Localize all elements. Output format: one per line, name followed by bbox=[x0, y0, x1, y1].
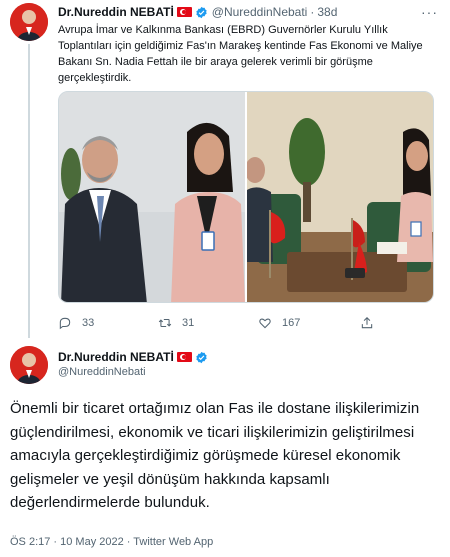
photo-illustration bbox=[59, 92, 245, 302]
thread-connector-line bbox=[28, 44, 30, 338]
tweet-header: Dr.Nureddin NEBATİ @NureddinNebati · 38d… bbox=[58, 4, 442, 20]
tweet-timestamp-source[interactable]: ÖS 2:17 · 10 May 2022 · Twitter Web App bbox=[10, 536, 213, 548]
avatar[interactable] bbox=[10, 346, 48, 384]
like-icon bbox=[259, 318, 271, 329]
author-name[interactable]: Dr.Nureddin NEBATİ bbox=[58, 350, 174, 364]
retweet-count: 31 bbox=[182, 317, 195, 329]
photo-illustration bbox=[247, 92, 433, 302]
verified-icon bbox=[196, 351, 207, 363]
author-handle[interactable]: @NureddinNebati bbox=[58, 366, 146, 378]
reply-icon bbox=[59, 317, 71, 330]
like-button[interactable]: 167 bbox=[258, 316, 300, 330]
retweet-icon bbox=[158, 318, 172, 328]
tweet-media[interactable] bbox=[58, 91, 434, 303]
photo-meeting-seated[interactable] bbox=[247, 92, 433, 302]
tweet-1[interactable]: Dr.Nureddin NEBATİ @NureddinNebati · 38d… bbox=[0, 0, 450, 338]
tweet-time[interactable]: 38d bbox=[317, 5, 337, 19]
more-icon[interactable]: ··· bbox=[421, 4, 438, 20]
reply-count: 33 bbox=[82, 317, 95, 329]
verified-icon bbox=[196, 6, 207, 18]
like-count: 167 bbox=[282, 317, 301, 329]
turkish-flag-icon bbox=[176, 352, 192, 362]
tweet-text: Önemli bir ticaret ortağımız olan Fas il… bbox=[10, 400, 420, 511]
retweet-button[interactable]: 31 bbox=[158, 316, 194, 330]
turkish-flag-icon bbox=[176, 7, 192, 17]
tweet-text: Avrupa İmar ve Kalkınma Bankası (EBRD) G… bbox=[58, 24, 423, 84]
avatar[interactable] bbox=[10, 3, 48, 41]
separator-dot: · bbox=[310, 5, 315, 19]
share-button[interactable] bbox=[360, 316, 384, 330]
tweet-actions: 33 31 167 bbox=[58, 316, 398, 332]
share-icon bbox=[361, 317, 373, 329]
photo-meeting-standing[interactable] bbox=[59, 92, 247, 302]
author-name-row: Dr.Nureddin NEBATİ bbox=[58, 350, 208, 364]
author-name[interactable]: Dr.Nureddin NEBATİ bbox=[58, 5, 174, 19]
tweet-2-focused[interactable]: Dr.Nureddin NEBATİ @NureddinNebati Öneml… bbox=[0, 338, 450, 557]
reply-button[interactable]: 33 bbox=[58, 316, 94, 330]
author-handle[interactable]: @NureddinNebati bbox=[212, 5, 308, 19]
